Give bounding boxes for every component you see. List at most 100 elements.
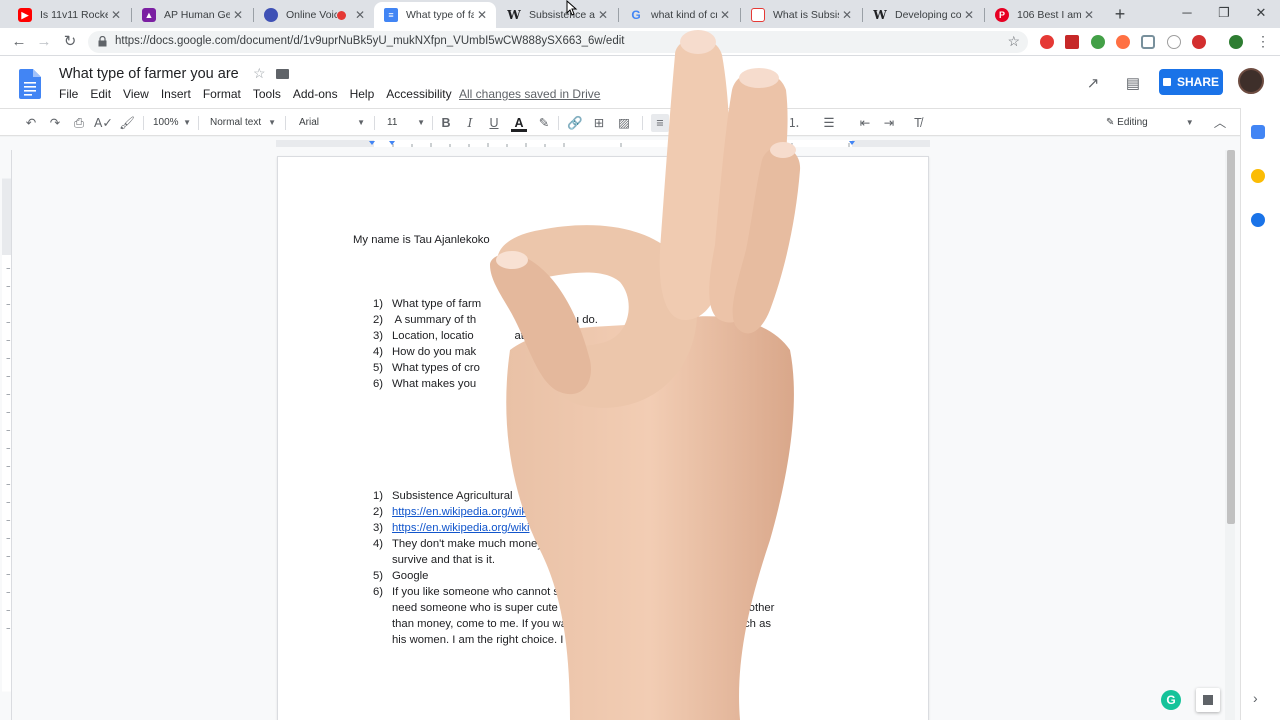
star-icon[interactable]: ☆ bbox=[253, 65, 266, 82]
chevron-right-icon[interactable]: › bbox=[1253, 690, 1258, 706]
tab-developing-countries[interactable]: W Developing cou ✕ bbox=[863, 2, 983, 28]
insert-image-icon[interactable]: ▨ bbox=[614, 114, 634, 132]
close-window-button[interactable]: ✕ bbox=[1241, 0, 1280, 28]
minimize-button[interactable]: ─ bbox=[1167, 0, 1207, 28]
collapse-menus-icon[interactable]: ︿ bbox=[1212, 114, 1228, 132]
list-item[interactable]: 6) What makes you h? bbox=[353, 376, 853, 392]
bold-button[interactable]: B bbox=[438, 114, 454, 132]
list-item[interactable]: 2) A summary of th arming you do. bbox=[353, 312, 853, 328]
menu-insert[interactable]: Insert bbox=[161, 87, 191, 101]
extension-beta-icon[interactable] bbox=[1091, 35, 1105, 49]
extension-honey-icon[interactable] bbox=[1116, 35, 1130, 49]
list-item[interactable]: 1) What type of farm e. bbox=[353, 296, 853, 312]
tab-google-docs-active[interactable]: ≡ What type of far ✕ bbox=[374, 2, 496, 28]
share-button[interactable]: SHARE bbox=[1159, 69, 1223, 95]
spellcheck-icon[interactable]: A✓ bbox=[94, 114, 113, 132]
tasks-icon[interactable] bbox=[1251, 213, 1265, 227]
new-tab-button[interactable]: + bbox=[1110, 4, 1130, 24]
address-bar[interactable]: https://docs.google.com/document/d/1v9up… bbox=[88, 31, 1028, 53]
restore-button[interactable]: ❐ bbox=[1204, 0, 1244, 28]
justify-icon[interactable]: ≡ bbox=[724, 114, 742, 132]
bookmark-star-icon[interactable]: ☆ bbox=[1007, 33, 1020, 50]
explore-button[interactable] bbox=[1196, 688, 1220, 712]
undo-icon[interactable]: ↶ bbox=[22, 114, 40, 132]
extension-circle-icon[interactable] bbox=[1167, 35, 1181, 49]
menu-edit[interactable]: Edit bbox=[90, 87, 111, 101]
grammarly-icon[interactable]: G bbox=[1161, 690, 1181, 710]
paragraph-style-select[interactable]: Normal text ▼ bbox=[210, 114, 276, 132]
menu-format[interactable]: Format bbox=[203, 87, 241, 101]
menu-view[interactable]: View bbox=[123, 87, 149, 101]
menu-tools[interactable]: Tools bbox=[253, 87, 281, 101]
back-button[interactable]: ← bbox=[9, 32, 29, 52]
close-tab-icon[interactable]: ✕ bbox=[595, 8, 611, 22]
list-item[interactable]: 4) How do you mak oney? Do you make bbox=[353, 344, 853, 360]
list-item[interactable]: 2) https://en.wikipedia.org/wik bbox=[353, 504, 853, 520]
close-tab-icon[interactable]: ✕ bbox=[1081, 8, 1097, 22]
wikipedia-link[interactable]: https://en.wikipedia.org/wiki bbox=[392, 522, 530, 534]
list-item[interactable]: 3) https://en.wikipedia.org/wiki bbox=[353, 520, 853, 536]
extension-shield-icon[interactable] bbox=[1141, 35, 1155, 49]
align-center-icon[interactable]: ≡ bbox=[675, 114, 693, 132]
list-item[interactable]: 6) If you like someone who cannot sup am … bbox=[353, 584, 853, 600]
tab-what-is-subsist[interactable]: What is Subsist ✕ bbox=[741, 2, 861, 28]
increase-indent-icon[interactable]: ⇥ bbox=[880, 114, 898, 132]
reload-button[interactable]: ↻ bbox=[60, 32, 80, 52]
editing-mode-select[interactable]: ✎ Editing ▼ bbox=[1106, 114, 1194, 132]
save-status[interactable]: All changes saved in Drive bbox=[459, 87, 600, 101]
highlight-pen-icon[interactable]: ✎ bbox=[536, 114, 552, 132]
extension-opera-icon[interactable] bbox=[1040, 35, 1054, 49]
list-item[interactable]: 1) Subsistence Agricultural bbox=[353, 488, 853, 504]
list-item[interactable]: 5) What types of cro farm? bbox=[353, 360, 853, 376]
vertical-scrollbar-thumb[interactable] bbox=[1227, 150, 1235, 524]
list-item[interactable]: 4) They don't make much money ow what the… bbox=[353, 536, 853, 552]
profile-extension-icon[interactable] bbox=[1229, 35, 1243, 49]
list-item[interactable]: 3) Location, locatio ation: Where you an … bbox=[353, 328, 853, 344]
close-tab-icon[interactable]: ✕ bbox=[717, 8, 733, 22]
menu-accessibility[interactable]: Accessibility bbox=[386, 87, 451, 101]
calendar-icon[interactable] bbox=[1251, 125, 1265, 139]
align-left-icon[interactable]: ≡ bbox=[651, 114, 669, 132]
menu-file[interactable]: File bbox=[59, 87, 78, 101]
vertical-ruler[interactable] bbox=[2, 150, 12, 720]
extension-yab-icon[interactable] bbox=[1192, 35, 1206, 49]
redo-icon[interactable]: ↷ bbox=[46, 114, 64, 132]
avatar[interactable] bbox=[1238, 68, 1264, 94]
print-icon[interactable]: ⎙ bbox=[70, 114, 88, 132]
comments-icon[interactable]: ▤ bbox=[1124, 74, 1142, 92]
activity-trend-icon[interactable]: ↗ bbox=[1084, 74, 1102, 92]
font-size-select[interactable]: 11 ▼ bbox=[387, 114, 425, 132]
underline-button[interactable]: U bbox=[486, 114, 502, 132]
insert-link-icon[interactable]: 🔗 bbox=[566, 114, 584, 132]
list-item-continuation[interactable]: his women. I am the right choice. I ain'… bbox=[353, 632, 853, 648]
close-tab-icon[interactable]: ✕ bbox=[961, 8, 977, 22]
tab-ap-human-geog[interactable]: ▲ AP Human Geog ✕ bbox=[132, 2, 252, 28]
close-tab-icon[interactable]: ✕ bbox=[230, 8, 246, 22]
bulleted-list-icon[interactable]: ☰ bbox=[820, 114, 838, 132]
zoom-select[interactable]: 100% ▼ bbox=[153, 114, 191, 132]
extension-badge-icon[interactable] bbox=[1065, 35, 1079, 49]
tab-subsistence-agri[interactable]: W Subsistence agri ✕ bbox=[497, 2, 617, 28]
horizontal-ruler[interactable] bbox=[276, 138, 930, 148]
menu-add-ons[interactable]: Add-ons bbox=[293, 87, 338, 101]
paint-format-icon[interactable]: 🖌 bbox=[118, 114, 136, 132]
google-docs-logo[interactable] bbox=[19, 69, 41, 99]
close-tab-icon[interactable]: ✕ bbox=[839, 8, 855, 22]
clear-formatting-icon[interactable]: T̸ bbox=[909, 114, 927, 132]
menu-help[interactable]: Help bbox=[350, 87, 375, 101]
close-tab-icon[interactable]: ✕ bbox=[108, 8, 124, 22]
list-item-continuation[interactable]: survive and that is it. bbox=[353, 552, 853, 568]
close-tab-icon[interactable]: ✕ bbox=[352, 8, 368, 22]
forward-button[interactable]: → bbox=[34, 32, 54, 52]
list-item-continuation[interactable]: than money, come to me. If you want s to… bbox=[353, 616, 853, 632]
italic-button[interactable]: I bbox=[462, 114, 478, 132]
tab-pinterest[interactable]: P 106 Best I am a ✕ bbox=[985, 2, 1103, 28]
intro-paragraph[interactable]: My name is Tau Ajanlekoko bbox=[353, 232, 490, 248]
close-tab-icon[interactable]: ✕ bbox=[474, 8, 490, 22]
list-item-continuation[interactable]: need someone who is super cute and ood f… bbox=[353, 600, 853, 616]
tab-online-voice[interactable]: Online Voice ✕ bbox=[254, 2, 374, 28]
browser-menu-icon[interactable]: ⋮ bbox=[1256, 33, 1270, 50]
list-item[interactable]: 5) Google bbox=[353, 568, 853, 584]
tab-youtube[interactable]: ▶ Is 11v11 Rocket ✕ bbox=[8, 2, 130, 28]
keep-icon[interactable] bbox=[1251, 169, 1265, 183]
